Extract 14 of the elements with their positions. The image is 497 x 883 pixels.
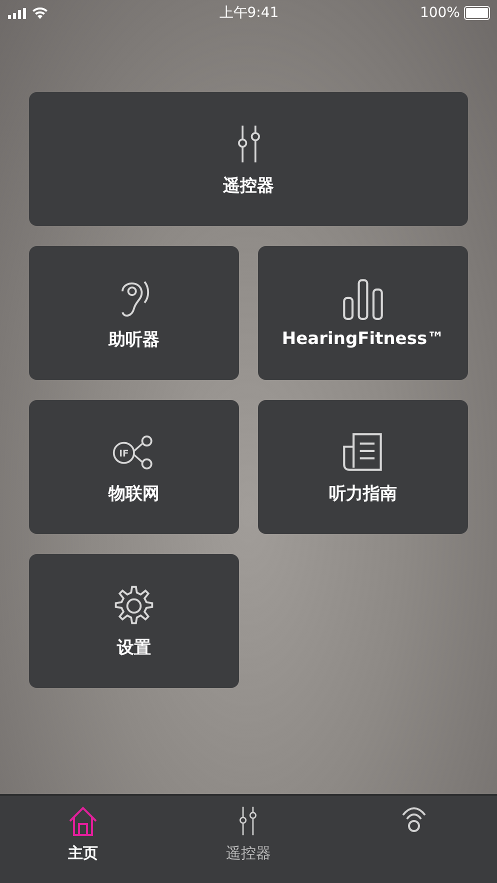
menu-tile[interactable]: 设置 xyxy=(29,554,239,688)
tab-label[interactable]: 遥控器 xyxy=(226,844,271,863)
menu-tile[interactable]: HearingFitness™ xyxy=(258,246,468,380)
wifi-icon xyxy=(32,7,48,19)
tab-label[interactable]: 主页 xyxy=(68,844,98,863)
bar-chart-icon xyxy=(341,277,385,321)
signal-icon xyxy=(8,8,26,18)
clock-time: 上午9:41 xyxy=(219,4,279,22)
menu-tile[interactable]: 遥控器 xyxy=(29,92,468,226)
battery-icon xyxy=(464,6,490,20)
menu-tile[interactable]: 听力指南 xyxy=(258,400,468,534)
menu-tile[interactable]: IF 物联网 xyxy=(29,400,239,534)
menu-tile[interactable]: 助听器 xyxy=(29,246,239,380)
battery-percent: 100% xyxy=(420,5,460,21)
